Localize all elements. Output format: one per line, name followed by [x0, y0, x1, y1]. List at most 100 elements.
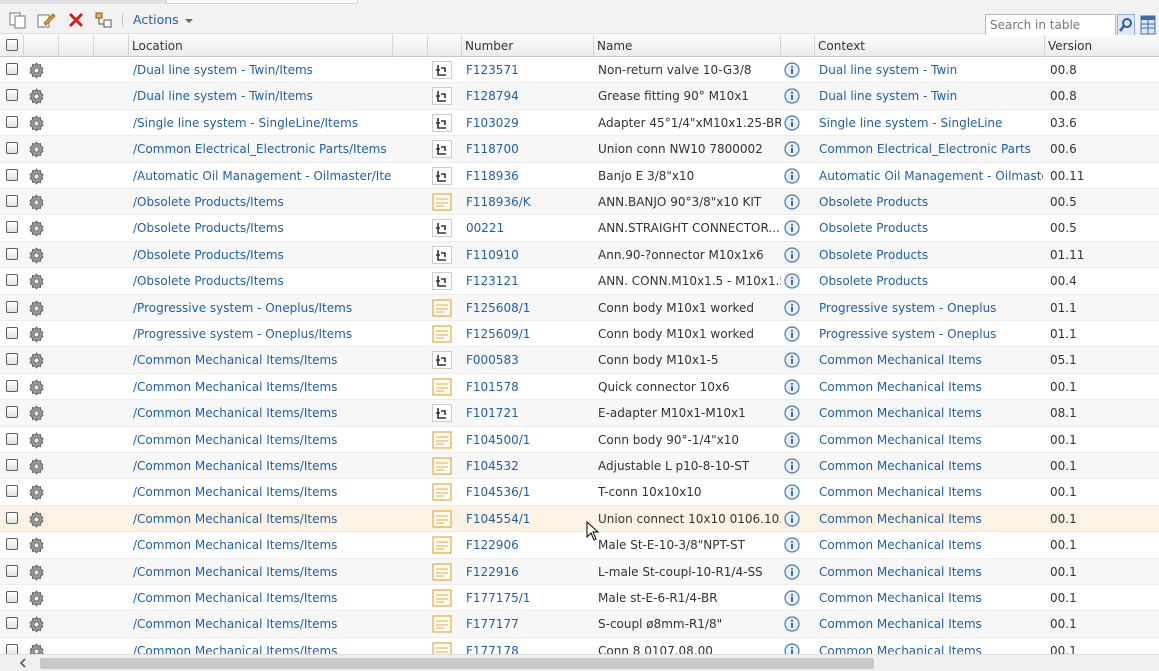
gear-icon[interactable]	[28, 220, 45, 238]
location-link[interactable]: /Common Mechanical Items/Items	[133, 479, 391, 505]
table-row[interactable]: /Progressive system - Oneplus/Items F1256…	[0, 294, 1159, 321]
table-row[interactable]: /Obsolete Products/Items F123121 ANN. CONN…	[0, 268, 1159, 295]
gear-icon[interactable]	[28, 616, 45, 634]
table-row[interactable]: /Obsolete Products/Items F118936/K ANN.BAN…	[0, 189, 1159, 216]
document-thumbnail-icon[interactable]	[432, 562, 452, 581]
context-link[interactable]: Dual line system - Twin	[819, 57, 1043, 83]
info-icon[interactable]	[784, 563, 800, 580]
context-link[interactable]: Obsolete Products	[819, 189, 1043, 215]
info-icon[interactable]	[784, 484, 800, 500]
location-link[interactable]: /Common Mechanical Items/Items	[133, 347, 391, 373]
drawing-thumbnail-icon[interactable]	[432, 219, 452, 238]
number-link[interactable]: F103029	[466, 110, 592, 136]
header-actions-col[interactable]	[24, 35, 59, 57]
gear-icon[interactable]	[28, 643, 45, 654]
gear-icon[interactable]	[28, 352, 45, 370]
table-row[interactable]: /Automatic Oil Management - Oilmaster/It…	[0, 163, 1159, 189]
number-link[interactable]: F123121	[466, 268, 592, 294]
table-row[interactable]: /Obsolete Products/Items 00221 ANN.STRAIGH…	[0, 215, 1159, 242]
horizontal-scrollbar[interactable]	[0, 654, 1159, 671]
table-row[interactable]: /Single line system - SingleLine/Items F1…	[0, 110, 1159, 137]
document-thumbnail-icon[interactable]	[432, 298, 452, 317]
number-link[interactable]: F177177	[466, 611, 592, 637]
document-thumbnail-icon[interactable]	[432, 536, 452, 554]
document-thumbnail-icon[interactable]	[432, 483, 452, 501]
context-link[interactable]: Common Mechanical Items	[819, 638, 1043, 654]
table-row[interactable]: /Common Mechanical Items/Items F101721 E-a…	[0, 400, 1159, 427]
copy-icon[interactable]	[8, 11, 28, 29]
info-icon[interactable]	[784, 115, 800, 131]
table-row[interactable]: /Common Mechanical Items/Items F104536/1 T…	[0, 479, 1159, 506]
gear-icon[interactable]	[28, 405, 45, 422]
number-link[interactable]: F000583	[466, 347, 592, 373]
row-checkbox[interactable]	[6, 274, 18, 287]
number-link[interactable]: F123571	[466, 57, 592, 83]
gear-icon[interactable]	[28, 115, 45, 132]
number-link[interactable]: F118936	[466, 163, 592, 189]
location-link[interactable]: /Dual line system - Twin/Items	[133, 83, 391, 109]
location-link[interactable]: /Common Mechanical Items/Items	[133, 453, 391, 479]
location-link[interactable]: /Common Mechanical Items/Items	[133, 400, 391, 426]
gear-icon[interactable]	[28, 511, 45, 528]
row-checkbox[interactable]	[6, 63, 18, 75]
edit-icon[interactable]	[36, 11, 56, 29]
info-icon[interactable]	[784, 352, 800, 368]
drawing-thumbnail-icon[interactable]	[432, 140, 452, 159]
number-link[interactable]: F104500/1	[466, 427, 592, 453]
drawing-thumbnail-icon[interactable]	[432, 245, 452, 264]
context-link[interactable]: Dual line system - Twin	[819, 83, 1043, 109]
header-col-5[interactable]	[393, 35, 428, 57]
gear-icon[interactable]	[28, 299, 45, 317]
tab-inactive[interactable]	[0, 0, 166, 4]
context-link[interactable]: Common Electrical_Electronic Parts	[819, 136, 1043, 162]
drawing-thumbnail-icon[interactable]	[432, 351, 452, 370]
drawing-thumbnail-icon[interactable]	[432, 113, 452, 132]
document-thumbnail-icon[interactable]	[432, 430, 452, 449]
info-icon[interactable]	[784, 299, 800, 316]
context-link[interactable]: Common Mechanical Items	[819, 611, 1043, 637]
number-link[interactable]: F101578	[466, 374, 592, 400]
info-icon[interactable]	[784, 194, 800, 210]
row-checkbox[interactable]	[6, 564, 18, 577]
info-icon[interactable]	[784, 616, 800, 632]
location-link[interactable]: /Obsolete Products/Items	[133, 189, 391, 215]
row-checkbox[interactable]	[6, 511, 18, 524]
actions-menu[interactable]: Actions	[133, 12, 193, 27]
scroll-left-icon[interactable]	[18, 658, 28, 668]
info-icon[interactable]	[784, 643, 800, 654]
context-link[interactable]: Common Mechanical Items	[819, 374, 1043, 400]
info-icon[interactable]	[784, 141, 800, 157]
row-checkbox[interactable]	[6, 142, 18, 155]
location-link[interactable]: /Common Mechanical Items/Items	[133, 611, 391, 637]
scrollbar-thumb[interactable]	[40, 658, 874, 669]
row-checkbox[interactable]	[6, 538, 18, 551]
gear-icon[interactable]	[28, 431, 45, 449]
document-thumbnail-icon[interactable]	[432, 589, 452, 607]
document-thumbnail-icon[interactable]	[432, 193, 452, 211]
location-link[interactable]: /Dual line system - Twin/Items	[133, 57, 391, 83]
search-button[interactable]	[1117, 14, 1135, 36]
gear-icon[interactable]	[28, 590, 45, 607]
gear-icon[interactable]	[28, 141, 45, 158]
number-link[interactable]: 00221	[466, 215, 592, 241]
table-row[interactable]: /Common Mechanical Items/Items F177175/1 M…	[0, 585, 1159, 612]
header-number[interactable]: Number	[462, 35, 594, 57]
context-link[interactable]: Obsolete Products	[819, 215, 1043, 241]
row-checkbox[interactable]	[6, 115, 18, 128]
info-icon[interactable]	[784, 167, 800, 184]
context-link[interactable]: Obsolete Products	[819, 268, 1043, 294]
location-link[interactable]: /Automatic Oil Management - Oilmaster/It…	[133, 163, 391, 189]
number-link[interactable]: F110910	[466, 242, 592, 268]
gear-icon[interactable]	[28, 326, 45, 343]
header-info[interactable]	[781, 35, 815, 57]
table-row[interactable]: /Common Mechanical Items/Items F104554/1 U…	[0, 505, 1159, 533]
header-col-2[interactable]	[59, 35, 94, 57]
row-checkbox[interactable]	[6, 459, 18, 471]
gear-icon[interactable]	[28, 273, 45, 290]
number-link[interactable]: F177178	[466, 638, 592, 654]
tab-active[interactable]	[166, 0, 358, 4]
context-link[interactable]: Common Mechanical Items	[819, 453, 1043, 479]
table-row[interactable]: /Dual line system - Twin/Items F128794 Gre…	[0, 83, 1159, 110]
header-version[interactable]: Version	[1045, 35, 1159, 57]
number-link[interactable]: F177175/1	[466, 585, 592, 611]
